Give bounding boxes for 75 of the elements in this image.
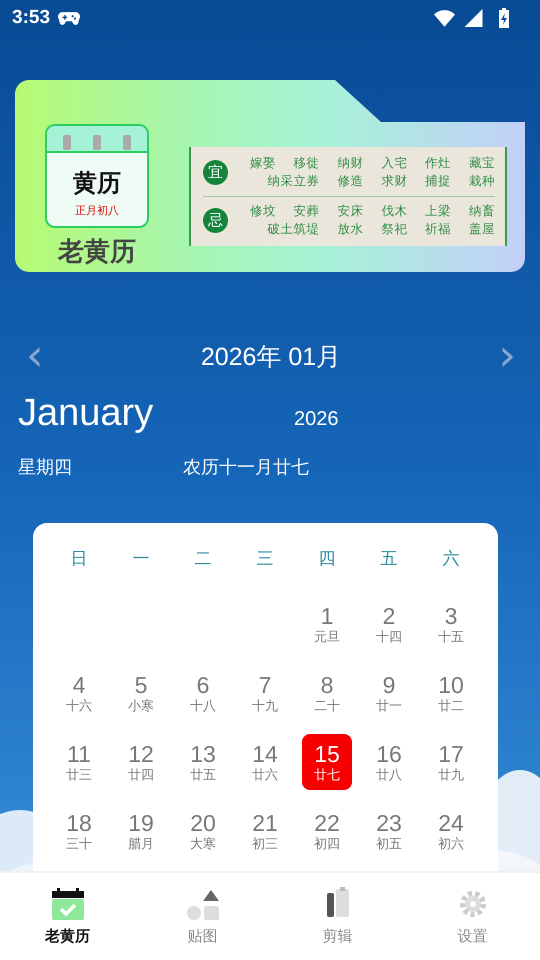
almanac-item: 放水 [336,220,364,238]
next-month-button[interactable]: › [494,336,520,376]
day-cell[interactable]: 19 腊月 [116,803,166,859]
day-cell[interactable]: 10 廿二 [426,665,476,721]
almanac-item: 修造 [336,172,364,190]
previous-month-button[interactable]: ‹ [22,336,48,376]
almanac-item: 栽种 [468,172,495,190]
lunar-date: 农历十一月廿七 [183,456,309,479]
day-cell[interactable]: 24 初六 [426,803,476,859]
tab[interactable]: 剪辑 [270,873,405,960]
almanac-item: 祈福 [424,220,452,238]
almanac-badge: 忌 [203,208,228,232]
day-cell[interactable]: 12 廿四 [116,734,166,790]
day-cell[interactable]: 3 十五 [426,596,476,652]
day-cell[interactable]: 16 廿八 [364,734,414,790]
status-time: 3:53 [12,7,50,29]
almanac-item: 纳采立券 [266,172,320,190]
day-cell[interactable]: 11 廿三 [54,734,104,790]
weekday-label: 星期四 [18,456,73,479]
almanac-item: 祭祀 [380,220,408,238]
almanac-item: 纳财 [336,154,364,172]
gamepad-icon [58,10,80,26]
tab[interactable]: 老黄历 [0,873,135,960]
icon-title: 黄历 [73,168,121,198]
wifi-icon [434,9,455,27]
almanac-item: 求财 [380,172,408,190]
almanac-item: 伐木 [380,202,408,220]
day-cell[interactable]: 23 初五 [364,803,414,859]
day-cell[interactable]: 6 十八 [178,665,228,721]
day-cell[interactable]: 4 十六 [54,665,104,721]
weekday-header: 三 [256,548,274,570]
almanac-item: 捕捉 [424,172,452,190]
day-cell[interactable]: 15 廿七 [302,734,352,790]
almanac-item: 盖屋 [468,220,495,238]
day-cell[interactable]: 9 廿一 [364,665,414,721]
weekday-header: 四 [318,548,336,570]
weekday-header: 一 [132,548,150,570]
icon-subtitle: 正月初八 [75,204,119,218]
day-cell[interactable]: 18 三十 [54,803,104,859]
almanac-item: 作灶 [424,154,452,172]
almanac-item: 破土筑堤 [266,220,320,238]
day-cell[interactable]: 8 二十 [302,665,352,721]
almanac-item: 移徙 [292,154,320,172]
day-cell[interactable]: 2 十四 [364,596,414,652]
signal-icon [463,9,484,27]
tab[interactable]: 设置 [405,873,540,960]
day-cell[interactable]: 21 初三 [240,803,290,859]
day-cell[interactable]: 20 大寒 [178,803,228,859]
app-name: 老黄历 [58,234,136,268]
day-cell[interactable]: 7 十九 [240,665,290,721]
day-cell[interactable]: 17 廿九 [426,734,476,790]
calendar-check-icon [50,887,84,921]
almanac-badge: 宜 [203,160,228,184]
day-cell[interactable]: 22 初四 [302,803,352,859]
almanac-item: 入宅 [380,154,408,172]
almanac-item: 纳畜 [468,202,495,220]
battery-charging-icon [498,8,510,28]
almanac-item: 上梁 [424,202,452,220]
day-cell[interactable]: 14 廿六 [240,734,290,790]
day-cell[interactable]: 13 廿五 [178,734,228,790]
weekday-header: 日 [70,548,88,570]
weekday-header: 六 [442,548,460,570]
weekday-header: 二 [194,548,212,570]
almanac-item: 安葬 [292,202,320,220]
day-cell[interactable]: 5 小寒 [116,665,166,721]
year-label: 2026 [294,408,338,431]
almanac-item: 修坟 [248,202,276,220]
weekday-header: 五 [380,548,398,570]
month-title: 2026年 01月 [200,342,342,372]
day-cell[interactable]: 1 元旦 [302,596,352,652]
almanac-item: 嫁娶 [248,154,276,172]
month-name: January [18,392,154,435]
almanac-item: 安床 [336,202,364,220]
tab[interactable]: 贴图 [135,873,270,960]
almanac-item: 藏宝 [468,154,495,172]
